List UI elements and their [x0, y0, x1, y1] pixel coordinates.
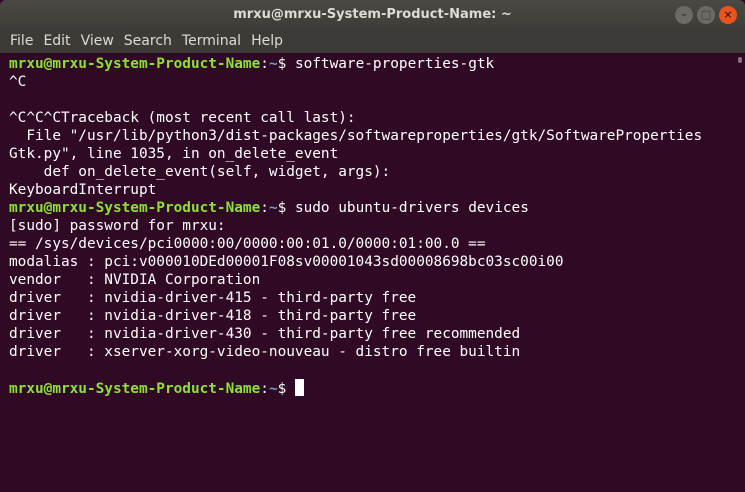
- prompt-colon: :: [260, 56, 269, 72]
- output-line: def on_delete_event(self, widget, args):: [9, 164, 391, 180]
- terminal-window: mrxu@mrxu-System-Product-Name: ~ – □ × F…: [0, 0, 745, 492]
- menu-terminal[interactable]: Terminal: [178, 30, 245, 53]
- output-line: File "/usr/lib/python3/dist-packages/sof…: [9, 128, 703, 144]
- minimize-button[interactable]: –: [675, 6, 693, 24]
- text-cursor: [294, 379, 304, 396]
- output-line: == /sys/devices/pci0000:00/0000:00:01.0/…: [9, 236, 486, 252]
- output-line: Gtk.py", line 1035, in on_delete_event: [9, 146, 339, 162]
- menu-view[interactable]: View: [77, 30, 118, 53]
- output-line: KeyboardInterrupt: [9, 182, 157, 198]
- terminal-output[interactable]: mrxu@mrxu-System-Product-Name:~$ softwar…: [0, 53, 733, 492]
- output-line: modalias : pci:v000010DEd00001F08sv00001…: [9, 254, 564, 270]
- prompt-path: ~: [268, 200, 278, 216]
- menu-help[interactable]: Help: [247, 30, 287, 53]
- prompt-path: ~: [268, 381, 278, 397]
- output-line: driver : nvidia-driver-430 - third-party…: [9, 326, 521, 342]
- menu-bar: File Edit View Search Terminal Help: [0, 30, 745, 53]
- output-line: driver : xserver-xorg-video-nouveau - di…: [9, 344, 521, 360]
- prompt-path: ~: [268, 56, 278, 72]
- output-line: driver : nvidia-driver-415 - third-party…: [9, 290, 417, 306]
- scrollbar[interactable]: [733, 53, 745, 492]
- command-text: software-properties-gtk: [294, 56, 495, 72]
- maximize-button[interactable]: □: [697, 6, 715, 24]
- output-line: ^C^C^CTraceback (most recent call last):: [9, 110, 356, 126]
- command-text: sudo ubuntu-drivers devices: [294, 200, 529, 216]
- output-line: [sudo] password for mrxu:: [9, 218, 226, 234]
- title-bar[interactable]: mrxu@mrxu-System-Product-Name: ~ – □ ×: [0, 0, 745, 30]
- scroll-thumb[interactable]: [738, 57, 742, 63]
- output-line: vendor : NVIDIA Corporation: [9, 272, 261, 288]
- prompt-dollar: $: [277, 56, 295, 72]
- window-title: mrxu@mrxu-System-Product-Name: ~: [233, 7, 512, 22]
- window-controls: – □ ×: [675, 6, 737, 24]
- output-line: ^C: [9, 74, 27, 90]
- prompt-user-host: mrxu@mrxu-System-Product-Name: [9, 56, 261, 72]
- prompt-user-host: mrxu@mrxu-System-Product-Name: [9, 200, 261, 216]
- prompt-colon: :: [260, 200, 269, 216]
- output-line: driver : nvidia-driver-418 - third-party…: [9, 308, 417, 324]
- prompt-dollar: $: [277, 381, 295, 397]
- prompt-line: mrxu@mrxu-System-Product-Name:~$: [9, 379, 733, 397]
- prompt-line: mrxu@mrxu-System-Product-Name:~$ softwar…: [9, 55, 733, 73]
- menu-search[interactable]: Search: [120, 30, 176, 53]
- menu-edit[interactable]: Edit: [39, 30, 74, 53]
- prompt-colon: :: [260, 381, 269, 397]
- close-button[interactable]: ×: [719, 6, 737, 24]
- menu-file[interactable]: File: [6, 30, 37, 53]
- prompt-dollar: $: [277, 200, 295, 216]
- prompt-line: mrxu@mrxu-System-Product-Name:~$ sudo ub…: [9, 199, 733, 217]
- prompt-user-host: mrxu@mrxu-System-Product-Name: [9, 381, 261, 397]
